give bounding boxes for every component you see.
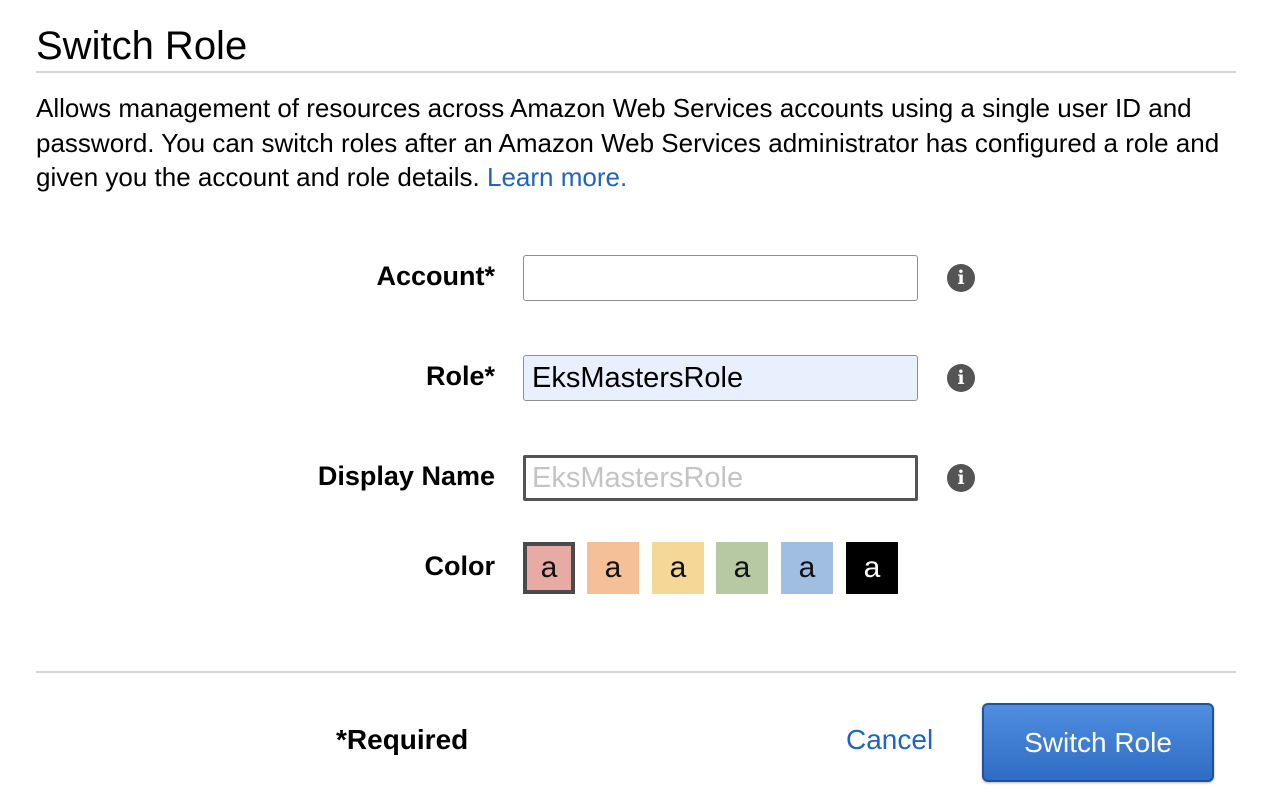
color-swatch[interactable]: a: [652, 542, 704, 594]
role-input[interactable]: [523, 355, 918, 401]
account-input[interactable]: [523, 255, 918, 301]
color-swatch[interactable]: a: [587, 542, 639, 594]
role-label: Role*: [425, 361, 495, 391]
required-note: *Required: [336, 724, 469, 755]
description: Allows management of resources across Am…: [36, 91, 1236, 195]
info-icon[interactable]: i: [947, 364, 975, 392]
color-label: Color: [424, 551, 496, 581]
account-label: Account*: [376, 261, 495, 291]
page-title: Switch Role: [36, 24, 248, 68]
description-text: Allows management of resources across Am…: [36, 93, 1220, 192]
switch-role-button[interactable]: Switch Role: [982, 703, 1214, 782]
title-divider: [36, 71, 1236, 73]
learn-more-link[interactable]: Learn more.: [487, 162, 627, 192]
color-swatch[interactable]: a: [846, 542, 898, 594]
color-swatch[interactable]: a: [523, 542, 575, 594]
color-swatch[interactable]: a: [716, 542, 768, 594]
color-swatch[interactable]: a: [781, 542, 833, 594]
display-name-input[interactable]: [523, 455, 918, 501]
display-name-label: Display Name: [317, 461, 495, 491]
cancel-link[interactable]: Cancel: [846, 724, 933, 756]
info-icon[interactable]: i: [947, 264, 975, 292]
info-icon[interactable]: i: [947, 464, 975, 492]
switch-role-page: Switch Role Allows management of resourc…: [0, 0, 1280, 800]
footer-divider: [36, 671, 1236, 673]
